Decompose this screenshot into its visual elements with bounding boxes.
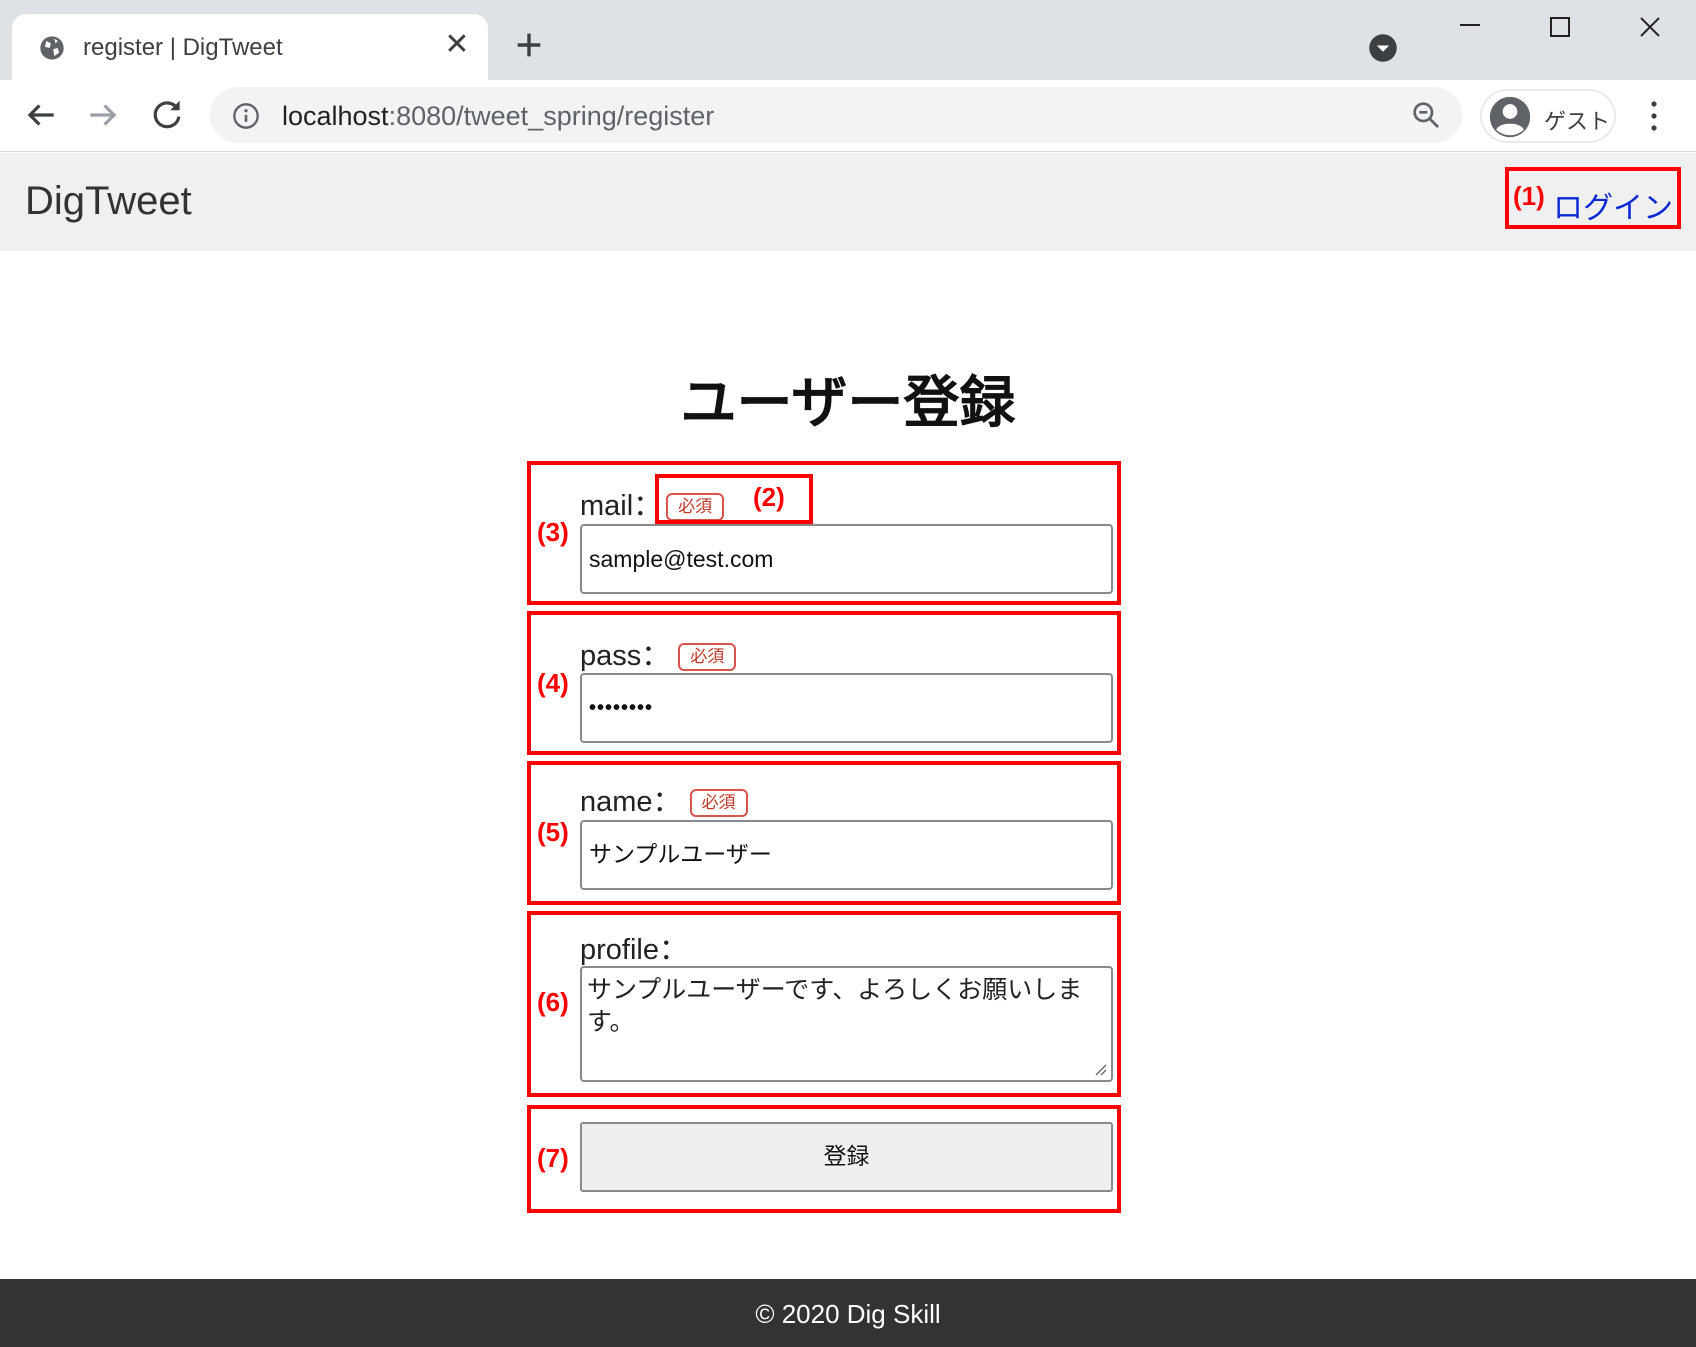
- annotation-box-7: [527, 1105, 1121, 1213]
- address-bar[interactable]: localhost:8080/tweet_spring/register: [210, 87, 1462, 143]
- maximize-icon[interactable]: [1540, 12, 1580, 46]
- site-footer: © 2020 Dig Skill: [0, 1279, 1696, 1347]
- browser-tab[interactable]: register | DigTweet ✕: [12, 14, 488, 80]
- browser-tab-strip: register | DigTweet ✕: [0, 0, 1696, 80]
- minimize-icon[interactable]: [1450, 12, 1490, 46]
- annotation-box-3: [527, 461, 1121, 605]
- globe-icon: [40, 36, 64, 60]
- url-text: localhost:8080/tweet_spring/register: [282, 101, 714, 132]
- browser-toolbar: localhost:8080/tweet_spring/register ゲスト: [0, 80, 1696, 152]
- url-path: :8080/tweet_spring/register: [388, 101, 715, 131]
- window-close-icon[interactable]: [1630, 12, 1670, 46]
- site-navbar: DigTweet ログイン: [0, 153, 1696, 251]
- tab-title: register | DigTweet: [83, 34, 283, 61]
- avatar-icon: [1489, 96, 1531, 138]
- info-icon[interactable]: [232, 102, 260, 130]
- profile-button[interactable]: ゲスト: [1480, 89, 1616, 143]
- annotation-label-4: (4): [537, 668, 569, 698]
- back-arrow-icon[interactable]: [22, 96, 60, 134]
- footer-copyright: © 2020 Dig Skill: [755, 1299, 941, 1329]
- annotation-box-6: [527, 911, 1121, 1097]
- kebab-menu-icon[interactable]: [1640, 96, 1668, 136]
- forward-arrow-icon[interactable]: [84, 96, 122, 134]
- new-tab-icon[interactable]: [512, 28, 546, 62]
- site-brand[interactable]: DigTweet: [25, 179, 192, 224]
- annotation-label-1: (1): [1513, 181, 1545, 211]
- reload-icon[interactable]: [148, 96, 186, 134]
- annotation-box-4: [527, 611, 1121, 755]
- annotation-label-6: (6): [537, 987, 569, 1017]
- profile-label: ゲスト: [1544, 109, 1611, 134]
- annotation-box-5: [527, 761, 1121, 905]
- close-tab-icon[interactable]: ✕: [442, 30, 472, 60]
- annotation-label-3: (3): [537, 517, 569, 547]
- page-title: ユーザー登録: [680, 371, 1016, 434]
- zoom-out-icon[interactable]: [1410, 99, 1442, 131]
- tab-search-icon[interactable]: [1368, 33, 1398, 63]
- annotation-label-7: (7): [537, 1143, 569, 1173]
- url-host: localhost: [282, 101, 389, 131]
- annotation-label-5: (5): [537, 817, 569, 847]
